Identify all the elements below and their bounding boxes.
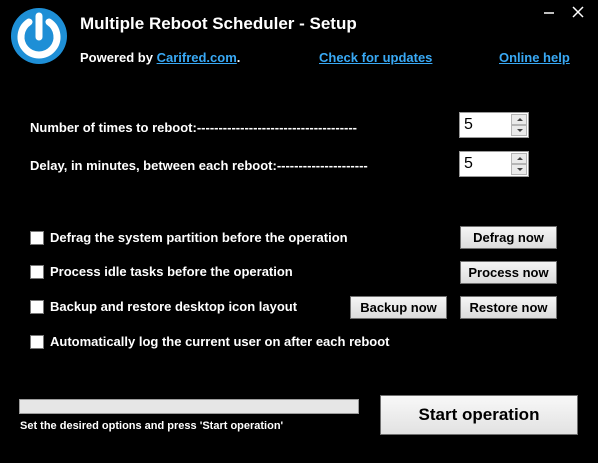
delay-down-button[interactable]: [511, 164, 527, 175]
delay-up-button[interactable]: [511, 153, 527, 164]
reboot-count-label: Number of times to reboot:--------------…: [30, 120, 358, 135]
progress-bar: [19, 399, 359, 414]
auto-logon-option-label: Automatically log the current user on af…: [50, 334, 390, 349]
powered-by: Powered by Carifred.com.: [80, 50, 240, 65]
close-button[interactable]: [570, 4, 586, 20]
idle-tasks-option-label: Process idle tasks before the operation: [50, 264, 293, 279]
process-now-button[interactable]: Process now: [460, 261, 557, 284]
reboot-count-value[interactable]: 5: [464, 116, 473, 134]
delay-value[interactable]: 5: [464, 155, 473, 173]
reboot-count-down-button[interactable]: [511, 125, 527, 136]
auto-logon-checkbox[interactable]: [30, 335, 44, 349]
start-operation-button[interactable]: Start operation: [380, 395, 578, 435]
close-icon: [572, 6, 584, 18]
delay-label: Delay, in minutes, between each reboot:-…: [30, 158, 368, 173]
idle-tasks-checkbox[interactable]: [30, 265, 44, 279]
icon-layout-option-label: Backup and restore desktop icon layout: [50, 299, 298, 314]
status-text: Set the desired options and press 'Start…: [20, 420, 284, 432]
carifred-link[interactable]: Carifred.com: [157, 50, 237, 65]
minimize-icon: [544, 12, 554, 14]
reboot-count-up-button[interactable]: [511, 114, 527, 125]
powered-prefix: Powered by: [80, 50, 157, 65]
online-help-link[interactable]: Online help: [499, 50, 570, 65]
reboot-count-stepper[interactable]: 5: [459, 112, 529, 138]
power-logo-icon: [10, 7, 68, 65]
window-title: Multiple Reboot Scheduler - Setup: [80, 14, 357, 33]
powered-suffix: .: [236, 50, 241, 65]
delay-stepper[interactable]: 5: [459, 151, 529, 177]
minimize-button[interactable]: [541, 4, 557, 20]
icon-layout-checkbox[interactable]: [30, 300, 44, 314]
backup-now-button[interactable]: Backup now: [350, 296, 447, 319]
check-updates-link[interactable]: Check for updates: [319, 50, 432, 65]
defrag-option-label: Defrag the system partition before the o…: [50, 230, 348, 245]
defrag-checkbox[interactable]: [30, 231, 44, 245]
defrag-now-button[interactable]: Defrag now: [460, 226, 557, 249]
restore-now-button[interactable]: Restore now: [460, 296, 557, 319]
